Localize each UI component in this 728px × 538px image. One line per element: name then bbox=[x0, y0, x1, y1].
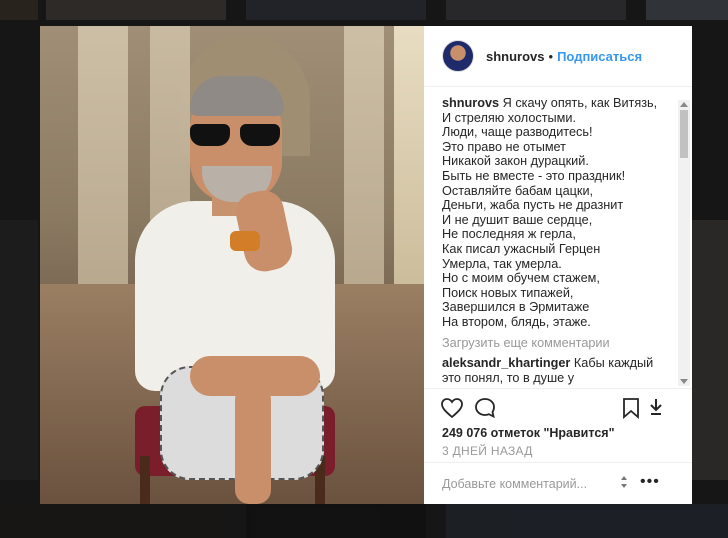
caption: shnurovs Я скачу опять, как Витязь, И ст… bbox=[442, 96, 674, 330]
post-actions bbox=[424, 388, 692, 429]
bookmark-icon[interactable] bbox=[622, 397, 640, 419]
photo-shin bbox=[235, 386, 271, 504]
comments-scrollbar[interactable] bbox=[678, 100, 690, 386]
photo-pillar bbox=[78, 26, 128, 326]
download-icon[interactable] bbox=[648, 397, 664, 417]
comment-item: aleksandr_khartinger Кабы каждый это пон… bbox=[442, 356, 674, 385]
avatar[interactable] bbox=[442, 40, 474, 72]
comment-input[interactable]: Добавьте комментарий... bbox=[442, 477, 587, 491]
heart-icon[interactable] bbox=[440, 397, 464, 419]
post-side-panel: shnurovs • Подписаться shnurovs Я скачу … bbox=[424, 26, 692, 504]
photo-pillar bbox=[344, 26, 384, 326]
more-options-button[interactable]: ••• bbox=[640, 473, 660, 491]
photo-pillar bbox=[394, 26, 424, 326]
photo-watch bbox=[230, 231, 260, 251]
scroll-down-icon[interactable] bbox=[680, 379, 688, 384]
comments-list[interactable]: shnurovs Я скачу опять, как Витязь, И ст… bbox=[442, 96, 674, 388]
follow-button[interactable]: Подписаться bbox=[557, 49, 642, 64]
add-comment-bar: Добавьте комментарий... ••• bbox=[424, 462, 692, 505]
comment-username[interactable]: aleksandr_khartinger bbox=[442, 356, 570, 370]
likes-count[interactable]: 249 076 отметок "Нравится" bbox=[442, 426, 615, 440]
photo-chair-leg bbox=[140, 456, 150, 504]
spinner-arrows-icon[interactable] bbox=[620, 475, 628, 489]
author-username[interactable]: shnurovs bbox=[486, 49, 545, 64]
post-timestamp[interactable]: 3 ДНЕЙ НАЗАД bbox=[442, 444, 533, 458]
post-header: shnurovs • Подписаться bbox=[424, 26, 692, 87]
comment-bubble-icon[interactable] bbox=[474, 397, 496, 419]
caption-text: Я скачу опять, как Витязь, И стреляю хол… bbox=[442, 96, 658, 329]
photo-sunglasses bbox=[190, 124, 280, 146]
caption-username[interactable]: shnurovs bbox=[442, 96, 499, 110]
post-modal: shnurovs • Подписаться shnurovs Я скачу … bbox=[40, 26, 692, 504]
scroll-up-icon[interactable] bbox=[680, 102, 688, 107]
load-more-comments-button[interactable]: Загрузить еще комментарии bbox=[442, 336, 674, 351]
post-photo[interactable] bbox=[40, 26, 424, 504]
scrollbar-thumb[interactable] bbox=[680, 110, 688, 158]
photo-hair bbox=[190, 76, 284, 116]
header-separator: • bbox=[548, 48, 554, 64]
